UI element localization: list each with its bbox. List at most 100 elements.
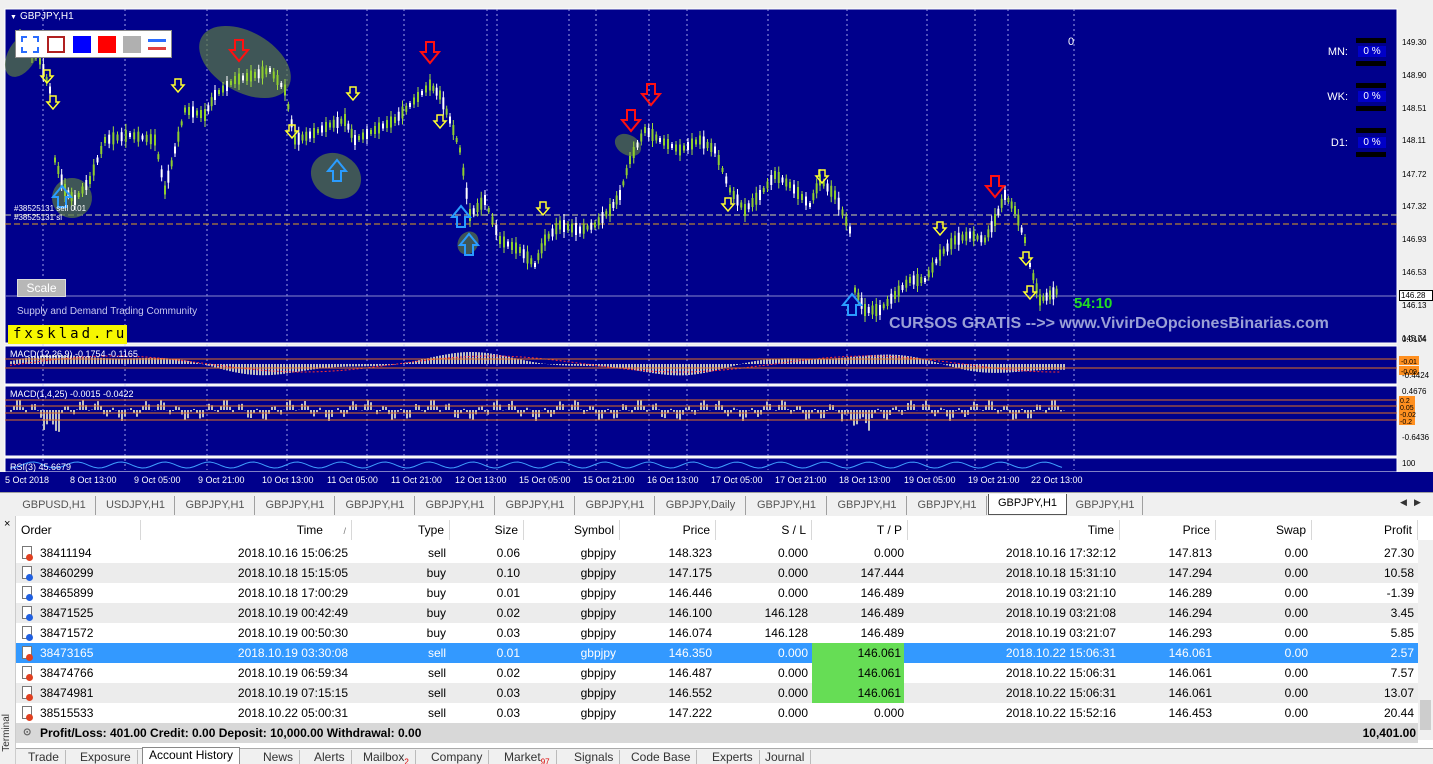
chart-window[interactable]: -0.01 -0.09 0.2 0.05 -0.02 -0.2 ▼ GBPJPY,H1 Sc…: [0, 0, 1433, 492]
macd2-bar: [937, 410, 939, 413]
macd1-bar: [304, 364, 306, 371]
cell-size: 0.01: [496, 646, 520, 660]
summary-text: Profit/Loss: 401.00 Credit: 0.00 Deposit…: [40, 726, 422, 740]
column-header[interactable]: S / L: [716, 520, 812, 540]
macd2-bar: [967, 410, 969, 415]
candle-body: [942, 248, 945, 254]
swatch-lines[interactable]: [148, 36, 166, 53]
candle-body: [994, 214, 996, 226]
vertical-scrollbar[interactable]: [1418, 540, 1433, 740]
column-header[interactable]: Profit: [1312, 520, 1418, 540]
macd2-bar: [112, 407, 114, 410]
macd2-pane: [4, 385, 1398, 457]
chart-tab[interactable]: GBPJPY,H1: [256, 496, 335, 515]
time-axis-label: 17 Oct 05:00: [711, 475, 763, 485]
chart-tab[interactable]: GBPJPY,H1: [336, 496, 415, 515]
column-header[interactable]: Order: [16, 520, 141, 540]
macd2-bar: [148, 404, 150, 410]
chart-tab[interactable]: GBPJPY,H1: [496, 496, 575, 515]
table-row[interactable]: 38411194 2018.10.16 15:06:25 sell 0.06 gbpjp…: [16, 543, 1418, 563]
chart-tab[interactable]: GBPJPY,H1: [176, 496, 255, 515]
terminal-tab[interactable]: Exposure: [74, 750, 138, 764]
column-header[interactable]: Symbol: [524, 520, 620, 540]
macd2-bar: [478, 407, 480, 410]
chart-tab[interactable]: GBPJPY,H1: [908, 496, 987, 515]
table-row[interactable]: 38473165 2018.10.19 03:30:08 sell 0.01 gbpjp…: [16, 643, 1418, 663]
chart-tab[interactable]: GBPJPY,H1: [416, 496, 495, 515]
table-row[interactable]: 38515533 2018.10.22 05:00:31 sell 0.03 gbpjp…: [16, 703, 1418, 723]
terminal-tab[interactable]: Trade: [22, 750, 66, 764]
terminal-tab[interactable]: Code Base: [625, 750, 698, 764]
terminal-tab[interactable]: News: [257, 750, 301, 764]
column-header[interactable]: Price: [1120, 520, 1216, 540]
terminal-tab[interactable]: Market97: [498, 750, 557, 764]
chart-tab[interactable]: USDJPY,H1: [97, 496, 175, 515]
dropdown-triangle-icon[interactable]: ▼: [10, 14, 17, 21]
price-chart[interactable]: -0.01-0.090.20.05-0.02-0.2: [0, 0, 1433, 492]
swatch-outline[interactable]: [47, 36, 65, 53]
macd1-bar: [571, 364, 573, 366]
macd1-bar: [631, 364, 633, 370]
tab-scroll-right-icon[interactable]: ▶: [1414, 497, 1421, 508]
swatch-gray[interactable]: [123, 36, 141, 53]
terminal-tab[interactable]: Mailbox2: [357, 750, 416, 764]
chart-tab[interactable]: GBPJPY,Daily: [656, 496, 746, 515]
macd2-bar: [325, 410, 327, 418]
candle-body: [480, 197, 483, 210]
close-icon[interactable]: ×: [4, 518, 10, 530]
tab-scroll-left-icon[interactable]: ◀: [1400, 497, 1407, 508]
terminal-tab[interactable]: Signals: [568, 750, 621, 764]
chart-tab[interactable]: GBPJPY,H1: [828, 496, 907, 515]
swatch-red[interactable]: [98, 36, 116, 53]
macd1-bar: [19, 358, 21, 364]
table-row[interactable]: 38471525 2018.10.19 00:42:49 buy 0.02 gbpjpy…: [16, 603, 1418, 623]
terminal-tab[interactable]: Experts: [706, 750, 760, 764]
swatch-blue[interactable]: [73, 36, 91, 53]
cell-close-price: 146.294: [1168, 606, 1212, 620]
macd2-bar: [949, 410, 951, 421]
terminal-tab[interactable]: Alerts: [308, 750, 352, 764]
macd2-bar: [556, 406, 558, 410]
swatch-dashed[interactable]: [21, 36, 39, 53]
chart-tab[interactable]: GBPJPY,H1: [1068, 496, 1143, 515]
column-header[interactable]: T / P: [812, 520, 908, 540]
terminal-tab[interactable]: Company: [425, 750, 490, 764]
table-row[interactable]: 38474981 2018.10.19 07:15:15 sell 0.03 gbpjp…: [16, 683, 1418, 703]
cell-profit: 2.57: [1390, 646, 1414, 660]
scrollbar-thumb[interactable]: [1420, 700, 1431, 730]
column-header[interactable]: Size: [450, 520, 524, 540]
chart-tab[interactable]: GBPUSD,H1: [13, 496, 96, 515]
scale-button[interactable]: Scale: [17, 279, 66, 297]
cell-tp: 146.489: [860, 586, 904, 600]
candle-body: [909, 277, 911, 283]
column-header[interactable]: Swap: [1216, 520, 1312, 540]
terminal-tab[interactable]: Journal: [759, 750, 812, 764]
table-row[interactable]: 38474766 2018.10.19 06:59:34 sell 0.02 gbpjp…: [16, 663, 1418, 683]
chart-tab[interactable]: GBPJPY,H1: [576, 496, 655, 515]
table-row[interactable]: 38465899 2018.10.18 17:00:29 buy 0.01 gbpjpy…: [16, 583, 1418, 603]
macd1-bar: [433, 356, 435, 364]
column-header[interactable]: Type: [352, 520, 450, 540]
candle-body: [1049, 290, 1051, 300]
terminal-tab[interactable]: Account History: [142, 747, 241, 764]
chart-tab[interactable]: GBPJPY,H1: [988, 494, 1067, 515]
column-header[interactable]: Time: [908, 520, 1120, 540]
time-axis-label: 16 Oct 13:00: [647, 475, 699, 485]
table-row[interactable]: 38460299 2018.10.18 15:15:05 buy 0.10 gbpjpy…: [16, 563, 1418, 583]
macd2-axis-top: 0.4676: [1402, 387, 1427, 396]
column-header[interactable]: Time /: [141, 520, 352, 540]
candle-body: [1042, 295, 1045, 301]
column-header[interactable]: Price: [620, 520, 716, 540]
macd1-bar: [577, 364, 579, 366]
macd1-bar: [559, 364, 561, 366]
macd1-bar: [694, 364, 696, 375]
macd2-bar: [523, 410, 525, 413]
candle-body: [695, 139, 697, 145]
table-row[interactable]: 38471572 2018.10.19 00:50:30 buy 0.03 gbpjpy…: [16, 623, 1418, 643]
macd2-bar: [256, 408, 258, 410]
candle-body: [890, 293, 893, 304]
macd2-bar: [427, 406, 429, 410]
candle-body: [294, 135, 296, 145]
candle-body: [137, 131, 140, 142]
chart-tab[interactable]: GBPJPY,H1: [747, 496, 827, 515]
